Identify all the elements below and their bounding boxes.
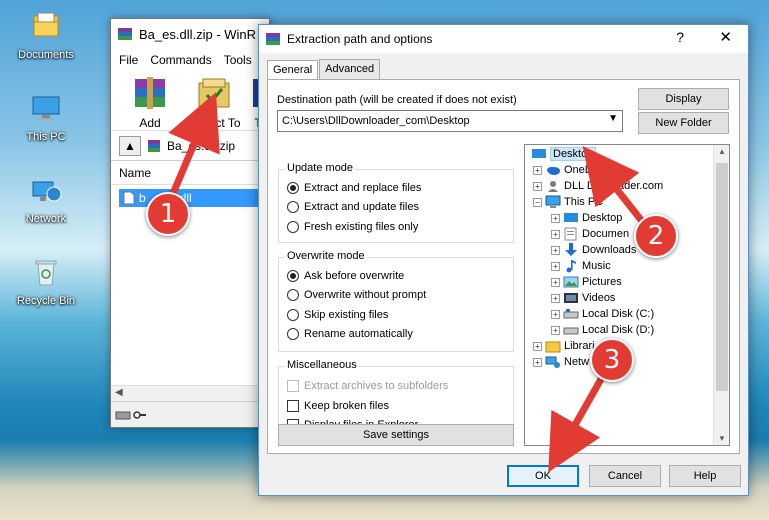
- annotation-badge-3: 3: [590, 338, 634, 382]
- annotation-arrows: [168, 92, 648, 473]
- annotation-arrow-3: [548, 370, 609, 473]
- annotation-badge-1: 1: [146, 192, 190, 236]
- annotation-arrow-2: [582, 146, 648, 228]
- annotation-badge-2: 2: [634, 214, 678, 258]
- annotation-arrow-1: [168, 92, 220, 198]
